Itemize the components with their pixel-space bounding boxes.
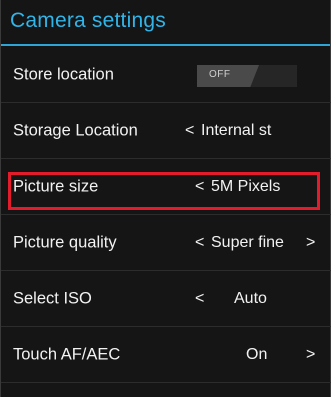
setting-label: Select ISO	[13, 289, 92, 307]
store-location-toggle[interactable]: OFF	[197, 65, 297, 87]
setting-value: On	[246, 345, 268, 363]
setting-row-picture-quality[interactable]: Picture quality < Super fine >	[1, 215, 331, 271]
chevron-left-icon[interactable]: <	[195, 178, 204, 196]
setting-label: Storage Location	[13, 121, 138, 139]
setting-row-select-iso[interactable]: Select ISO < Auto	[1, 271, 331, 327]
setting-value: Internal st	[201, 121, 272, 139]
setting-row-picture-size[interactable]: Picture size < 5M Pixels	[1, 159, 331, 215]
setting-label: Touch AF/AEC	[13, 345, 121, 363]
chevron-right-icon[interactable]: >	[306, 346, 315, 364]
setting-value: Super fine	[211, 233, 284, 251]
setting-label: Store location	[13, 65, 114, 83]
chevron-right-icon[interactable]: >	[306, 234, 315, 252]
toggle-state-text: OFF	[209, 69, 231, 80]
setting-value: 5M Pixels	[211, 177, 281, 195]
camera-settings-panel: Camera settings Store location OFF Stora…	[0, 0, 331, 397]
setting-label: Picture quality	[13, 233, 117, 251]
page-title: Camera settings	[10, 9, 166, 32]
setting-label: Picture size	[13, 177, 99, 195]
setting-row-touch-af-aec[interactable]: Touch AF/AEC On >	[1, 327, 331, 383]
chevron-left-icon[interactable]: <	[185, 122, 194, 140]
chevron-left-icon[interactable]: <	[195, 234, 204, 252]
chevron-left-icon[interactable]: <	[195, 290, 204, 308]
setting-value: Auto	[234, 289, 267, 307]
title-bar: Camera settings	[1, 0, 330, 46]
title-divider	[1, 44, 330, 46]
setting-row-storage-location[interactable]: Storage Location < Internal st	[1, 103, 331, 159]
setting-row-store-location[interactable]: Store location OFF	[1, 47, 331, 103]
